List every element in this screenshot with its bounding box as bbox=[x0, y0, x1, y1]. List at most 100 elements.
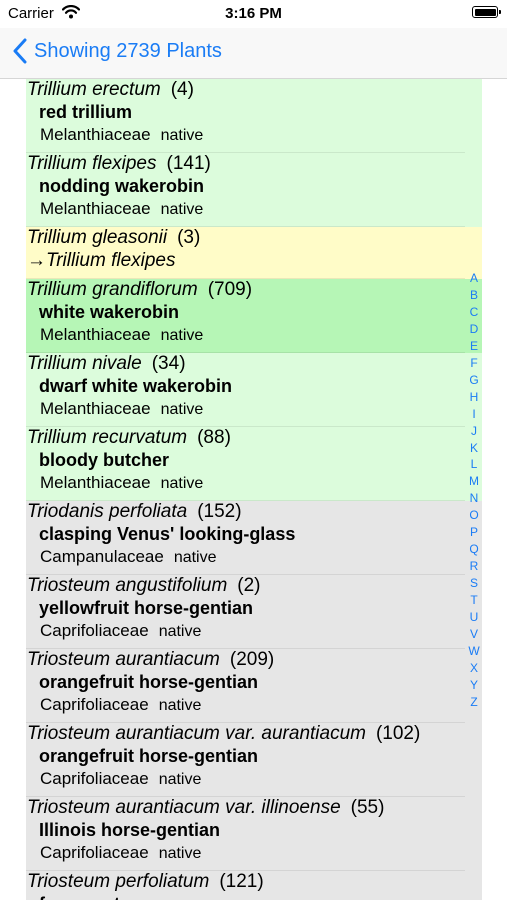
plant-row[interactable]: Triosteum aurantiacum var. aurantiacum (1… bbox=[26, 723, 482, 797]
common-name: orangefruit horse-gentian bbox=[39, 746, 259, 766]
scientific-name: Trillium grandiflorum (709) bbox=[27, 279, 252, 301]
plant-row[interactable]: Trillium flexipes (141) nodding wakerobin M… bbox=[26, 153, 482, 227]
family-name: Melanthiaceae bbox=[40, 325, 151, 344]
scientific-name: Triosteum aurantiacum var. aurantiacum (1… bbox=[27, 723, 420, 745]
index-letter-v[interactable]: V bbox=[462, 626, 486, 643]
navigation-bar: Showing 2739 Plants bbox=[0, 28, 507, 79]
index-letter-w[interactable]: W bbox=[462, 643, 486, 660]
family-name: Melanthiaceae bbox=[40, 399, 151, 418]
family-name: Melanthiaceae bbox=[40, 125, 151, 144]
index-letter-j[interactable]: J bbox=[462, 423, 486, 440]
common-name: yellowfruit horse-gentian bbox=[39, 598, 254, 618]
scientific-name: Trillium recurvatum (88) bbox=[27, 427, 231, 449]
index-letter-l[interactable]: L bbox=[462, 456, 486, 473]
status-label: native bbox=[160, 401, 204, 418]
scientific-name-text: Triosteum aurantiacum bbox=[27, 649, 220, 670]
plant-row[interactable]: Trillium grandiflorum (709) white wakerobi… bbox=[26, 279, 482, 353]
synonym-target: →Trillium flexipes bbox=[27, 250, 176, 272]
family-name: Melanthiaceae bbox=[40, 199, 151, 218]
plant-row[interactable]: Triosteum angustifolium (2) yellowfruit ho… bbox=[26, 575, 482, 649]
plant-row[interactable]: Triodanis perfoliata (152) clasping Venus'… bbox=[26, 501, 482, 575]
index-letter-t[interactable]: T bbox=[462, 592, 486, 609]
index-letter-p[interactable]: P bbox=[462, 524, 486, 541]
index-letter-n[interactable]: N bbox=[462, 490, 486, 507]
index-letter-d[interactable]: D bbox=[462, 321, 486, 338]
scientific-name: Triosteum angustifolium (2) bbox=[27, 575, 261, 597]
common-name: red trillium bbox=[39, 102, 133, 122]
index-letter-i[interactable]: I bbox=[462, 406, 486, 423]
status-label: native bbox=[158, 845, 202, 862]
index-letter-q[interactable]: Q bbox=[462, 541, 486, 558]
observation-count: (55) bbox=[350, 797, 385, 818]
index-letter-r[interactable]: R bbox=[462, 558, 486, 575]
plant-row[interactable]: Triosteum perfoliatum(121)feverwortCapri… bbox=[26, 871, 482, 900]
index-letter-z[interactable]: Z bbox=[462, 694, 486, 711]
scientific-name: Trillium gleasonii (3) bbox=[27, 227, 200, 249]
synonym-target-name: Trillium flexipes bbox=[46, 250, 176, 271]
common-name: bloody butcher bbox=[39, 450, 169, 470]
plant-meta: Caprifoliaceae native bbox=[40, 621, 201, 641]
scientific-name-text: Triosteum perfoliatum bbox=[27, 871, 210, 892]
scientific-name-text: Triodanis perfoliata bbox=[27, 501, 188, 522]
common-name: dwarf white wakerobin bbox=[39, 376, 233, 396]
scientific-name: Trillium erectum (4) bbox=[27, 79, 194, 101]
scientific-name-text: Triosteum aurantiacum var. aurantiacum bbox=[27, 723, 366, 744]
family-name: Melanthiaceae bbox=[40, 473, 151, 492]
scientific-name-text: Trillium erectum bbox=[27, 79, 161, 100]
plant-row[interactable]: Triosteum aurantiacum var. illinoense (55… bbox=[26, 797, 482, 871]
index-letter-b[interactable]: B bbox=[462, 287, 486, 304]
index-letter-s[interactable]: S bbox=[462, 575, 486, 592]
index-letter-k[interactable]: K bbox=[462, 440, 486, 457]
observation-count: (152) bbox=[197, 501, 242, 522]
plant-meta: Caprifoliaceae native bbox=[40, 695, 201, 715]
observation-count: (34) bbox=[151, 353, 186, 374]
alphabet-index[interactable]: ABCDEFGHIJKLMNOPQRSTUVWXYZ bbox=[462, 270, 486, 711]
family-name: Caprifoliaceae bbox=[40, 695, 149, 714]
plant-meta: Melanthiaceae native bbox=[40, 473, 203, 493]
back-button[interactable]: Showing 2739 Plants bbox=[12, 38, 222, 64]
scientific-name-text: Trillium recurvatum bbox=[27, 427, 188, 448]
observation-count: (88) bbox=[197, 427, 231, 448]
status-label: native bbox=[158, 697, 202, 714]
plant-meta: Melanthiaceae native bbox=[40, 125, 203, 145]
plant-row[interactable]: Trillium nivale (34) dwarf white wakerobin… bbox=[26, 353, 482, 427]
index-letter-x[interactable]: X bbox=[462, 660, 486, 677]
status-label: native bbox=[160, 327, 204, 344]
index-letter-g[interactable]: G bbox=[462, 372, 486, 389]
scientific-name: Triosteum aurantiacum (209) bbox=[27, 649, 274, 671]
status-time: 3:16 PM bbox=[225, 5, 282, 22]
scientific-name: Triodanis perfoliata (152) bbox=[27, 501, 242, 523]
index-letter-m[interactable]: M bbox=[462, 473, 486, 490]
back-button-label: Showing 2739 Plants bbox=[34, 39, 222, 62]
common-name: Illinois horse-gentian bbox=[39, 820, 221, 840]
synonym-row[interactable]: Trillium gleasonii (3) →Trillium flexipes bbox=[26, 227, 482, 279]
plant-list[interactable]: Trillium erectum (4) red trillium Melanthia… bbox=[26, 79, 482, 900]
arrow-icon: → bbox=[27, 250, 46, 271]
scientific-name-text: Trillium nivale bbox=[27, 353, 142, 374]
scientific-name: Triosteum perfoliatum (121) bbox=[27, 871, 264, 893]
observation-count: (209) bbox=[229, 649, 275, 670]
index-letter-f[interactable]: F bbox=[462, 355, 486, 372]
plant-meta: Melanthiaceae native bbox=[40, 399, 203, 419]
index-letter-a[interactable]: A bbox=[462, 270, 486, 287]
plant-row[interactable]: Trillium erectum (4) red trillium Melanthia… bbox=[26, 79, 482, 153]
index-letter-u[interactable]: U bbox=[462, 609, 486, 626]
index-letter-h[interactable]: H bbox=[462, 389, 486, 406]
family-name: Caprifoliaceae bbox=[40, 843, 149, 862]
observation-count: (102) bbox=[375, 723, 421, 744]
battery-icon bbox=[472, 6, 501, 18]
index-letter-o[interactable]: O bbox=[462, 507, 486, 524]
observation-count: (2) bbox=[237, 575, 261, 596]
status-label: native bbox=[158, 771, 202, 788]
plant-row[interactable]: Triosteum aurantiacum (209) orangefruit ho… bbox=[26, 649, 482, 723]
index-letter-y[interactable]: Y bbox=[462, 677, 486, 694]
index-letter-e[interactable]: E bbox=[462, 338, 486, 355]
observation-count: (121) bbox=[219, 871, 264, 892]
plant-meta: Campanulaceae native bbox=[40, 547, 217, 567]
status-label: native bbox=[160, 201, 204, 218]
index-letter-c[interactable]: C bbox=[462, 304, 486, 321]
plant-row[interactable]: Trillium recurvatum (88) bloody butcher Mel… bbox=[26, 427, 482, 501]
common-name: nodding wakerobin bbox=[39, 176, 204, 196]
common-name: orangefruit horse-gentian bbox=[39, 672, 259, 692]
scientific-name: Trillium flexipes (141) bbox=[27, 153, 211, 175]
